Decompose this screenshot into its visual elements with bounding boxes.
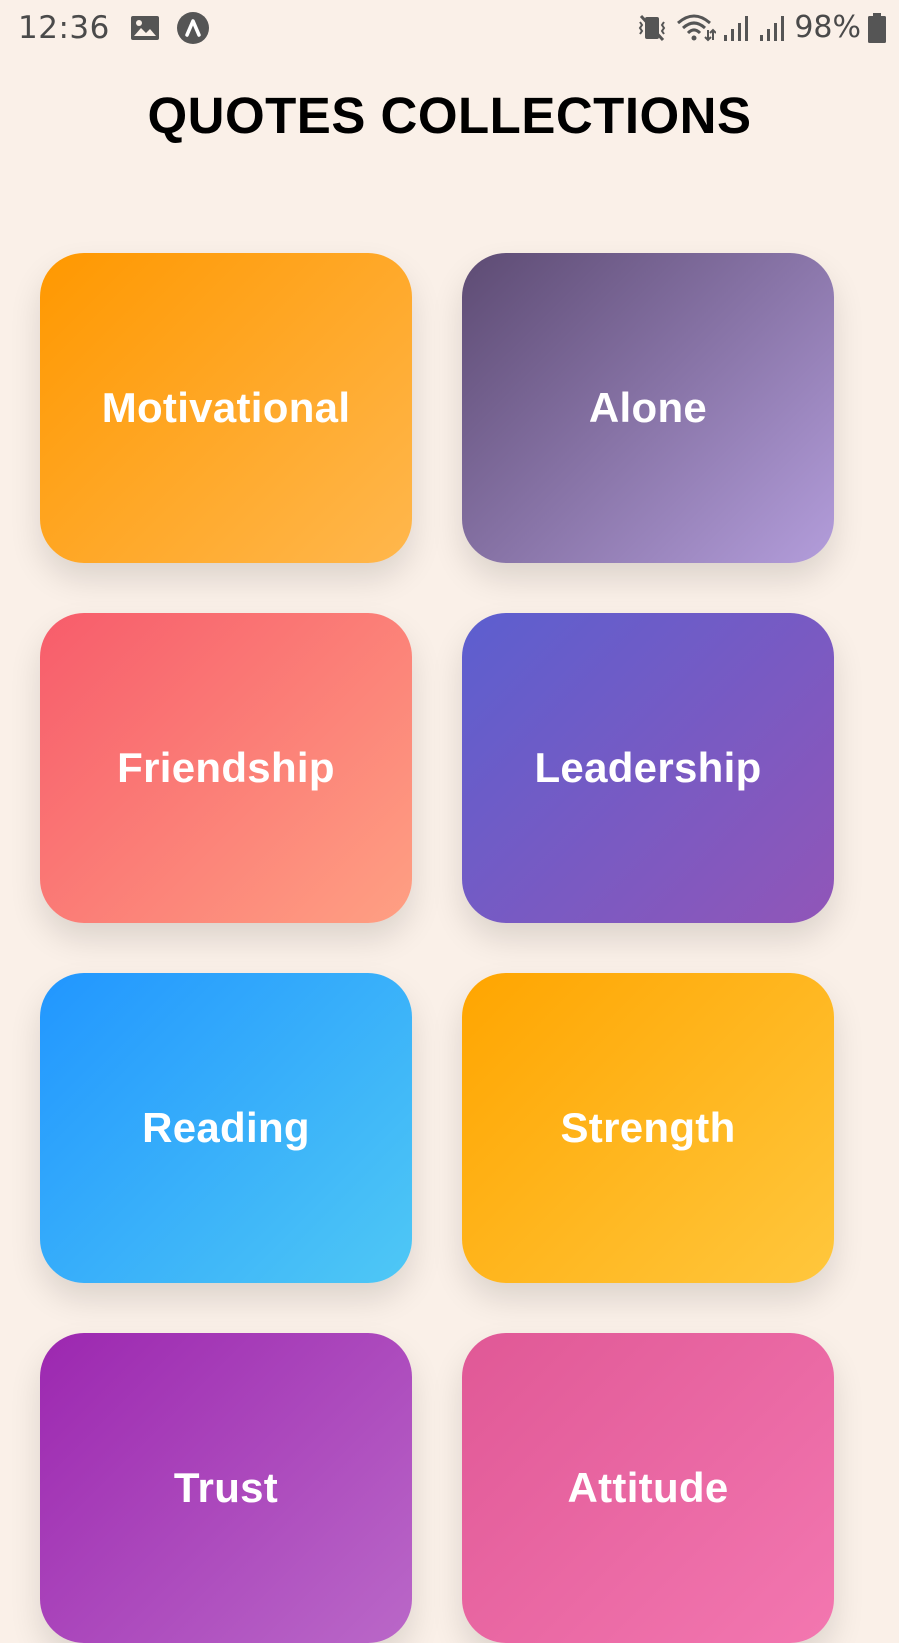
- gallery-icon: [130, 15, 160, 41]
- category-card-alone[interactable]: Alone: [462, 253, 834, 563]
- category-grid: Motivational Alone Friendship Leadership…: [40, 253, 834, 1643]
- category-card-motivational[interactable]: Motivational: [40, 253, 412, 563]
- category-label: Alone: [588, 384, 708, 431]
- category-label: Leadership: [534, 744, 762, 791]
- vibrate-mute-icon: [636, 12, 668, 44]
- app-a-icon: [176, 11, 210, 45]
- category-label: Reading: [142, 1104, 310, 1151]
- category-card-leadership[interactable]: Leadership: [462, 613, 834, 923]
- battery-icon: [867, 12, 887, 44]
- category-label: Friendship: [117, 744, 335, 791]
- signal-2-icon: [758, 13, 786, 43]
- category-card-reading[interactable]: Reading: [40, 973, 412, 1283]
- category-card-friendship[interactable]: Friendship: [40, 613, 412, 923]
- category-label: Motivational: [101, 384, 351, 431]
- category-label: Strength: [560, 1104, 736, 1151]
- clock: 12:36: [18, 10, 110, 46]
- category-label: Trust: [173, 1464, 279, 1511]
- status-bar: 12:36 98%: [0, 0, 899, 64]
- category-card-strength[interactable]: Strength: [462, 973, 834, 1283]
- page-title: QUOTES COLLECTIONS: [147, 87, 752, 144]
- signal-icon: [722, 13, 750, 43]
- category-card-trust[interactable]: Trust: [40, 1333, 412, 1643]
- wifi-icon: [676, 12, 717, 44]
- status-right: 98%: [636, 10, 887, 45]
- battery-percent: 98%: [794, 10, 861, 45]
- category-label: Attitude: [567, 1464, 729, 1511]
- status-left: 12:36: [18, 10, 210, 46]
- category-card-attitude[interactable]: Attitude: [462, 1333, 834, 1643]
